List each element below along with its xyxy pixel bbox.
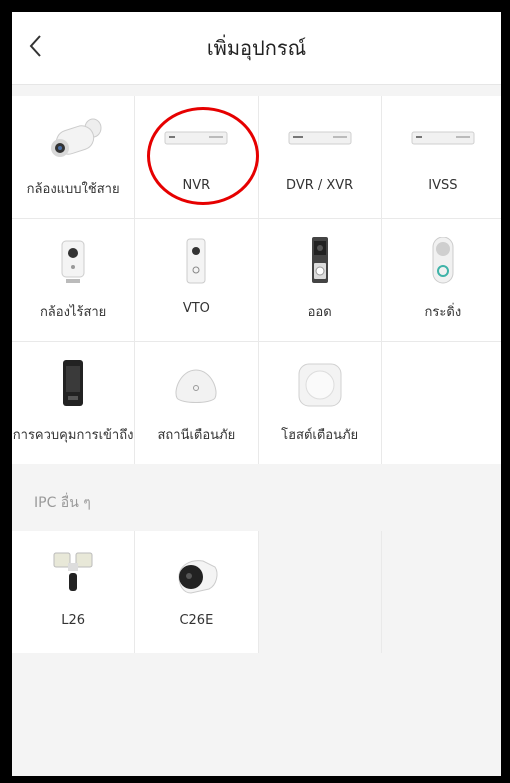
device-label: L26 xyxy=(61,613,86,628)
top-bar: เพิ่มอุปกรณ์ xyxy=(12,12,501,85)
device-label: สถานีเตือนภัย xyxy=(157,428,236,443)
device-label: VTO xyxy=(182,301,210,316)
app-frame: เพิ่มอุปกรณ์ กล้องแบบใช้สาย NVR DVR / XV… xyxy=(12,12,501,776)
device-label: DVR / XVR xyxy=(286,178,354,193)
device-label: กระดิ่ง xyxy=(424,305,462,320)
device-tile-alarm-station[interactable]: สถานีเตือนภัย xyxy=(135,342,258,464)
device-label: ออด xyxy=(307,305,332,320)
device-label: กล้องแบบใช้สาย xyxy=(26,182,120,197)
page-title: เพิ่มอุปกรณ์ xyxy=(206,36,307,60)
dvr-recorder-icon xyxy=(285,114,355,168)
device-tile-access-control[interactable]: การควบคุมการเข้าถึง xyxy=(12,342,135,464)
empty-tile xyxy=(258,531,381,653)
chime-icon xyxy=(408,236,478,291)
device-tile-nvr[interactable]: NVR xyxy=(135,96,258,218)
device-tile-l26[interactable]: L26 xyxy=(12,531,135,653)
other-device-grid: L26 C26E xyxy=(12,531,501,653)
device-grid: กล้องแบบใช้สาย NVR DVR / XVR IVSS กล้องไ… xyxy=(12,96,501,464)
device-label: กล้องไร้สาย xyxy=(39,305,107,320)
device-label: C26E xyxy=(179,613,214,628)
section-header-other-ipc: IPC อื่น ๆ xyxy=(34,495,91,511)
alarm-hub-icon xyxy=(161,360,231,414)
device-label: IVSS xyxy=(428,178,458,193)
device-tile-wired-camera[interactable]: กล้องแบบใช้สาย xyxy=(12,96,135,218)
intercom-icon xyxy=(161,237,231,291)
device-tile-ivss[interactable]: IVSS xyxy=(381,96,501,218)
cube-camera-icon xyxy=(38,237,108,291)
device-label: NVR xyxy=(182,178,211,193)
device-label: โฮสต์เตือนภัย xyxy=(281,428,359,443)
outdoor-camera-icon xyxy=(161,549,231,603)
video-doorbell-icon xyxy=(285,237,355,291)
floodlight-camera-icon xyxy=(38,549,108,603)
device-label: การควบคุมการเข้าถึง xyxy=(12,428,134,443)
device-tile-wireless-camera[interactable]: กล้องไร้สาย xyxy=(12,219,135,341)
device-tile-c26e[interactable]: C26E xyxy=(135,531,258,653)
device-tile-alarm-host[interactable]: โฮสต์เตือนภัย xyxy=(258,342,381,464)
device-tile-chime[interactable]: กระดิ่ง xyxy=(381,219,501,341)
access-terminal-icon xyxy=(38,360,108,414)
empty-tile xyxy=(381,531,501,653)
ivss-recorder-icon xyxy=(408,114,478,168)
bullet-camera-icon xyxy=(38,114,108,168)
device-tile-dvr-xvr[interactable]: DVR / XVR xyxy=(258,96,381,218)
nvr-recorder-icon xyxy=(161,114,231,168)
device-tile-vto[interactable]: VTO xyxy=(135,219,258,341)
alarm-host-icon xyxy=(285,360,355,414)
empty-tile xyxy=(381,342,501,464)
device-tile-doorbell[interactable]: ออด xyxy=(258,219,381,341)
